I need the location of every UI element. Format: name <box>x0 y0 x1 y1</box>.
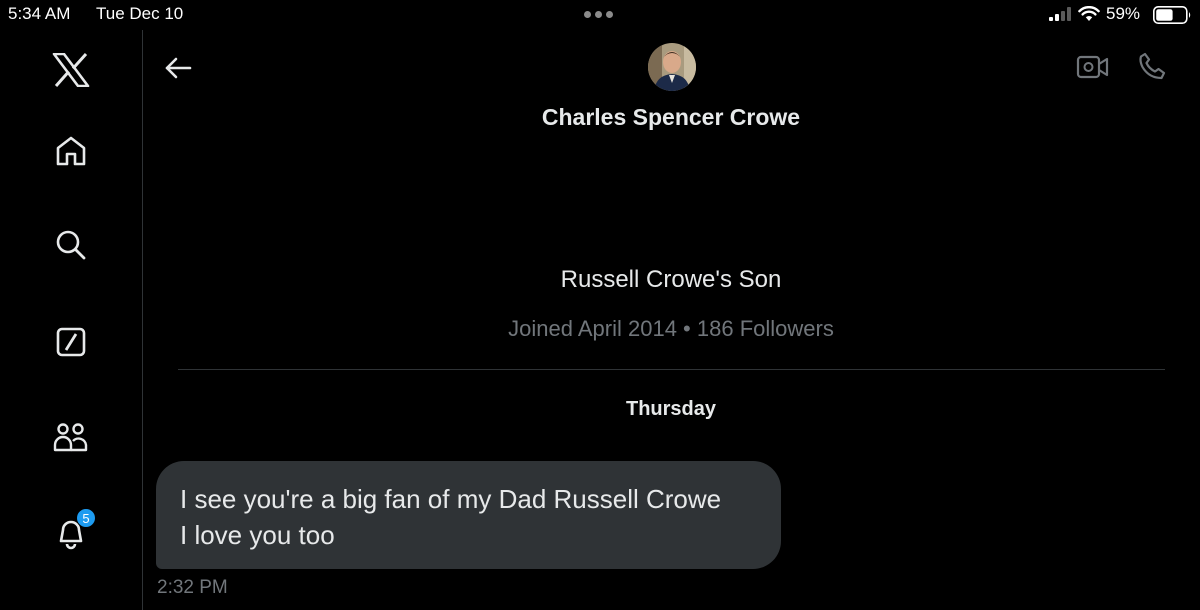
avatar[interactable] <box>648 43 696 91</box>
signal-icon <box>1049 7 1071 21</box>
status-date: Tue Dec 10 <box>96 4 184 23</box>
message-text-line: I love you too <box>180 520 335 550</box>
status-bar: 5:34 AM Tue Dec 10 59% <box>0 0 1200 30</box>
x-logo-button[interactable] <box>48 47 94 93</box>
message-text-line: I see you're a big fan of my Dad Russell… <box>180 484 722 514</box>
phone-icon <box>1139 52 1166 80</box>
status-time: 5:34 AM <box>8 4 71 23</box>
sidebar-item-home[interactable] <box>48 128 94 174</box>
wifi-icon <box>1078 6 1100 21</box>
video-call-button[interactable] <box>1074 50 1112 84</box>
battery-percent: 59% <box>1106 4 1141 23</box>
divider <box>178 369 1165 370</box>
x-logo-icon <box>52 53 90 87</box>
sidebar-nav: 5 <box>0 30 143 610</box>
sidebar-item-notifications[interactable]: 5 <box>48 508 96 556</box>
home-icon <box>56 136 86 166</box>
message-timestamp: 2:32 PM <box>157 577 228 598</box>
chat-title[interactable]: Charles Spencer Crowe <box>471 104 871 131</box>
sidebar-item-communities[interactable] <box>48 414 94 460</box>
grok-icon <box>56 327 86 357</box>
back-arrow-icon <box>165 57 192 79</box>
battery-icon <box>1153 6 1191 24</box>
profile-joined-followers: Joined April 2014 • 186 Followers <box>508 316 834 341</box>
phone-call-button[interactable] <box>1134 48 1170 84</box>
profile-bio: Russell Crowe's Son <box>560 266 782 293</box>
day-separator: Thursday <box>625 398 717 420</box>
sidebar-item-search[interactable] <box>48 222 94 268</box>
sidebar-item-grok[interactable] <box>48 319 94 365</box>
communities-icon <box>53 423 88 452</box>
multitask-dots-icon[interactable] <box>584 11 613 18</box>
search-icon <box>56 230 86 260</box>
message-bubble[interactable]: I see you're a big fan of my Dad Russell… <box>156 461 781 569</box>
back-button[interactable] <box>160 50 196 86</box>
notification-badge: 5 <box>76 508 96 528</box>
video-call-icon <box>1076 55 1109 79</box>
